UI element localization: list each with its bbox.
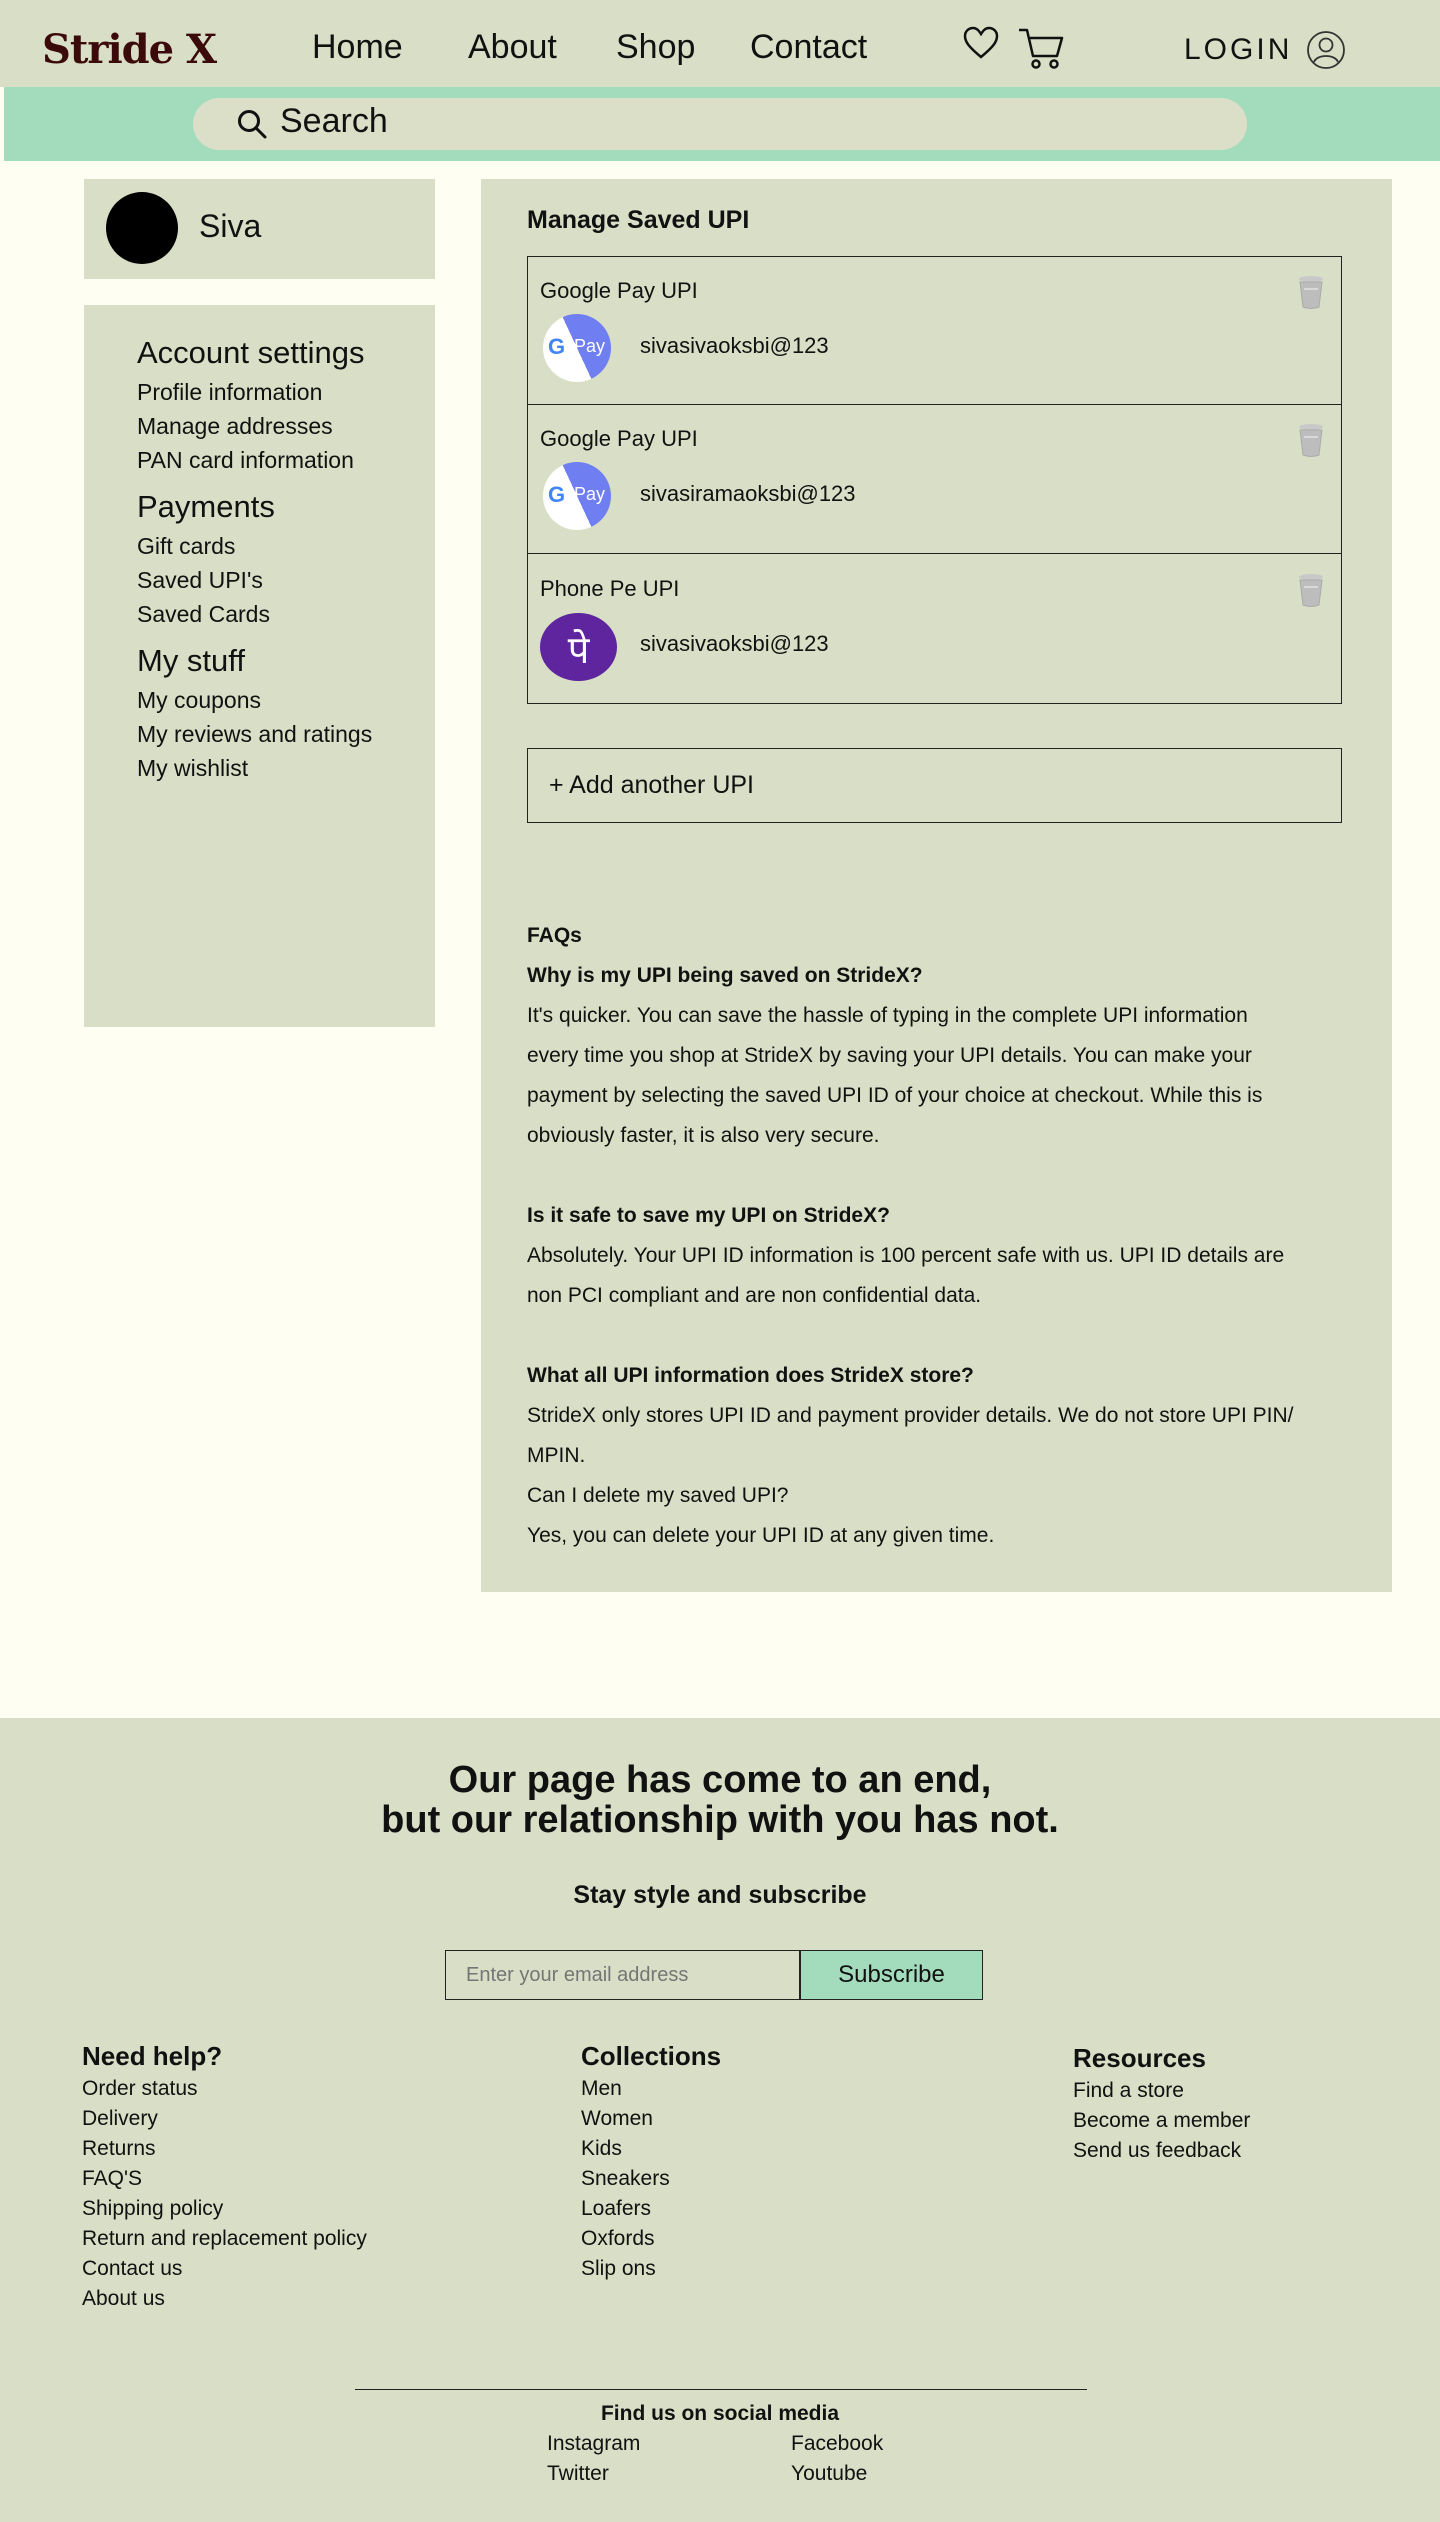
footer-link[interactable]: Oxfords (581, 2227, 655, 2251)
faq-answer-line: Absolutely. Your UPI ID information is 1… (527, 1244, 1285, 1267)
upi-type: Google Pay UPI (540, 278, 698, 303)
faq-answer-line: It's quicker. You can save the hassle of… (527, 1004, 1248, 1027)
footer-link[interactable]: Contact us (82, 2257, 182, 2281)
sidebar-item-saved-upi[interactable]: Saved UPI's (137, 567, 263, 594)
footer-link[interactable]: Men (581, 2077, 622, 2101)
upi-id: sivasiramaoksbi@123 (640, 481, 856, 506)
footer-headline-line-2: but our relationship with you has not. (381, 1799, 1059, 1841)
faq-answer-line: non PCI compliant and are non confidenti… (527, 1284, 982, 1307)
trash-icon[interactable] (1296, 422, 1326, 458)
footer-link[interactable]: Shipping policy (82, 2197, 223, 2221)
faq-answer-line: every time you shop at StrideX by saving… (527, 1044, 1252, 1067)
upi-id: sivasivaoksbi@123 (640, 333, 829, 358)
sidebar-heading-payments: Payments (137, 489, 275, 524)
footer-link[interactable]: Kids (581, 2137, 622, 2161)
sidebar-item-addresses[interactable]: Manage addresses (137, 413, 333, 440)
upi-type: Phone Pe UPI (540, 576, 680, 601)
footer-link[interactable]: Loafers (581, 2197, 651, 2221)
faq-answer-line: MPIN. (527, 1444, 586, 1467)
faq-answer-line: payment by selecting the saved UPI ID of… (527, 1084, 1263, 1107)
social-title: Find us on social media (600, 2402, 840, 2425)
cart-icon[interactable] (1017, 26, 1065, 70)
phonepe-logo: पे (540, 613, 617, 681)
google-pay-logo: G Pay (543, 462, 611, 530)
footer-link[interactable]: Delivery (82, 2107, 158, 2131)
google-pay-logo-text: Pay (574, 336, 606, 356)
heart-icon[interactable] (963, 26, 999, 60)
trash-icon[interactable] (1296, 572, 1326, 608)
subscribe-button[interactable]: Subscribe (800, 1950, 983, 2000)
user-name: Siva (199, 208, 262, 244)
footer-link[interactable]: Return and replacement policy (82, 2227, 367, 2251)
faq-question: Why is my UPI being saved on StrideX? (527, 964, 923, 987)
footer-headline-line-1: Our page has come to an end, (448, 1759, 992, 1801)
nav-contact[interactable]: Contact (750, 28, 867, 67)
sidebar-item-coupons[interactable]: My coupons (137, 687, 261, 714)
footer-divider (355, 2389, 1087, 2390)
faq-question: Is it safe to save my UPI on StrideX? (527, 1204, 890, 1227)
nav-home[interactable]: Home (312, 28, 403, 67)
footer-link[interactable]: Order status (82, 2077, 198, 2101)
sidebar-item-saved-cards[interactable]: Saved Cards (137, 601, 270, 628)
nav-shop[interactable]: Shop (616, 28, 695, 67)
faq-answer-line: StrideX only stores UPI ID and payment p… (527, 1404, 1294, 1427)
google-pay-logo: G Pay (543, 314, 611, 382)
faq-question: What all UPI information does StrideX st… (527, 1364, 974, 1387)
sidebar-item-gift-cards[interactable]: Gift cards (137, 533, 235, 560)
footer-col-title: Collections (581, 2041, 722, 2071)
sidebar-item-reviews[interactable]: My reviews and ratings (137, 721, 372, 748)
upi-type: Google Pay UPI (540, 426, 698, 451)
trash-icon[interactable] (1296, 274, 1326, 310)
search-icon[interactable] (236, 108, 268, 140)
footer-link[interactable]: Returns (82, 2137, 156, 2161)
social-link-instagram[interactable]: Instagram (547, 2432, 640, 2456)
faq-heading: FAQs (527, 924, 582, 947)
footer-link[interactable]: Sneakers (581, 2167, 670, 2191)
google-pay-logo-text: Pay (574, 484, 606, 504)
footer-col-title: Need help? (82, 2041, 223, 2071)
sidebar-item-wishlist[interactable]: My wishlist (137, 755, 248, 782)
sidebar-item-pan[interactable]: PAN card information (137, 447, 354, 474)
brand-logo[interactable]: Stride X (42, 26, 217, 73)
footer-headline: Our page has come to an end, but our rel… (0, 1760, 1440, 1840)
footer-link[interactable]: About us (82, 2287, 165, 2311)
faq-answer-line: Can I delete my saved UPI? (527, 1484, 789, 1507)
search-placeholder[interactable]: Search (280, 102, 388, 141)
faq-answer-line: Yes, you can delete your UPI ID at any g… (527, 1524, 995, 1547)
phonepe-logo-text: पे (567, 628, 590, 672)
add-upi-label[interactable]: + Add another UPI (549, 771, 754, 800)
sidebar-item-profile[interactable]: Profile information (137, 379, 322, 406)
footer-link[interactable]: Women (581, 2107, 653, 2131)
footer-link[interactable]: Slip ons (581, 2257, 656, 2281)
footer-link[interactable]: Find a store (1073, 2079, 1184, 2103)
sidebar-heading-account: Account settings (137, 335, 365, 370)
footer-link[interactable]: FAQ'S (82, 2167, 142, 2191)
sidebar-heading-stuff: My stuff (137, 643, 245, 678)
footer-link[interactable]: Send us feedback (1073, 2139, 1241, 2163)
upi-id: sivasivaoksbi@123 (640, 631, 829, 656)
footer-col-title: Resources (1073, 2043, 1206, 2073)
nav-about[interactable]: About (468, 28, 557, 67)
social-link-twitter[interactable]: Twitter (547, 2462, 609, 2486)
social-link-youtube[interactable]: Youtube (791, 2462, 867, 2486)
email-input[interactable] (445, 1950, 800, 2000)
faq-answer-line: obviously faster, it is also very secure… (527, 1124, 880, 1147)
social-link-facebook[interactable]: Facebook (791, 2432, 883, 2456)
login-link[interactable]: LOGIN (1184, 33, 1292, 67)
user-icon[interactable] (1306, 30, 1346, 70)
footer-link[interactable]: Become a member (1073, 2109, 1250, 2133)
page-title: Manage Saved UPI (527, 206, 750, 234)
avatar[interactable] (106, 192, 178, 264)
subscribe-title: Stay style and subscribe (573, 1881, 867, 1909)
